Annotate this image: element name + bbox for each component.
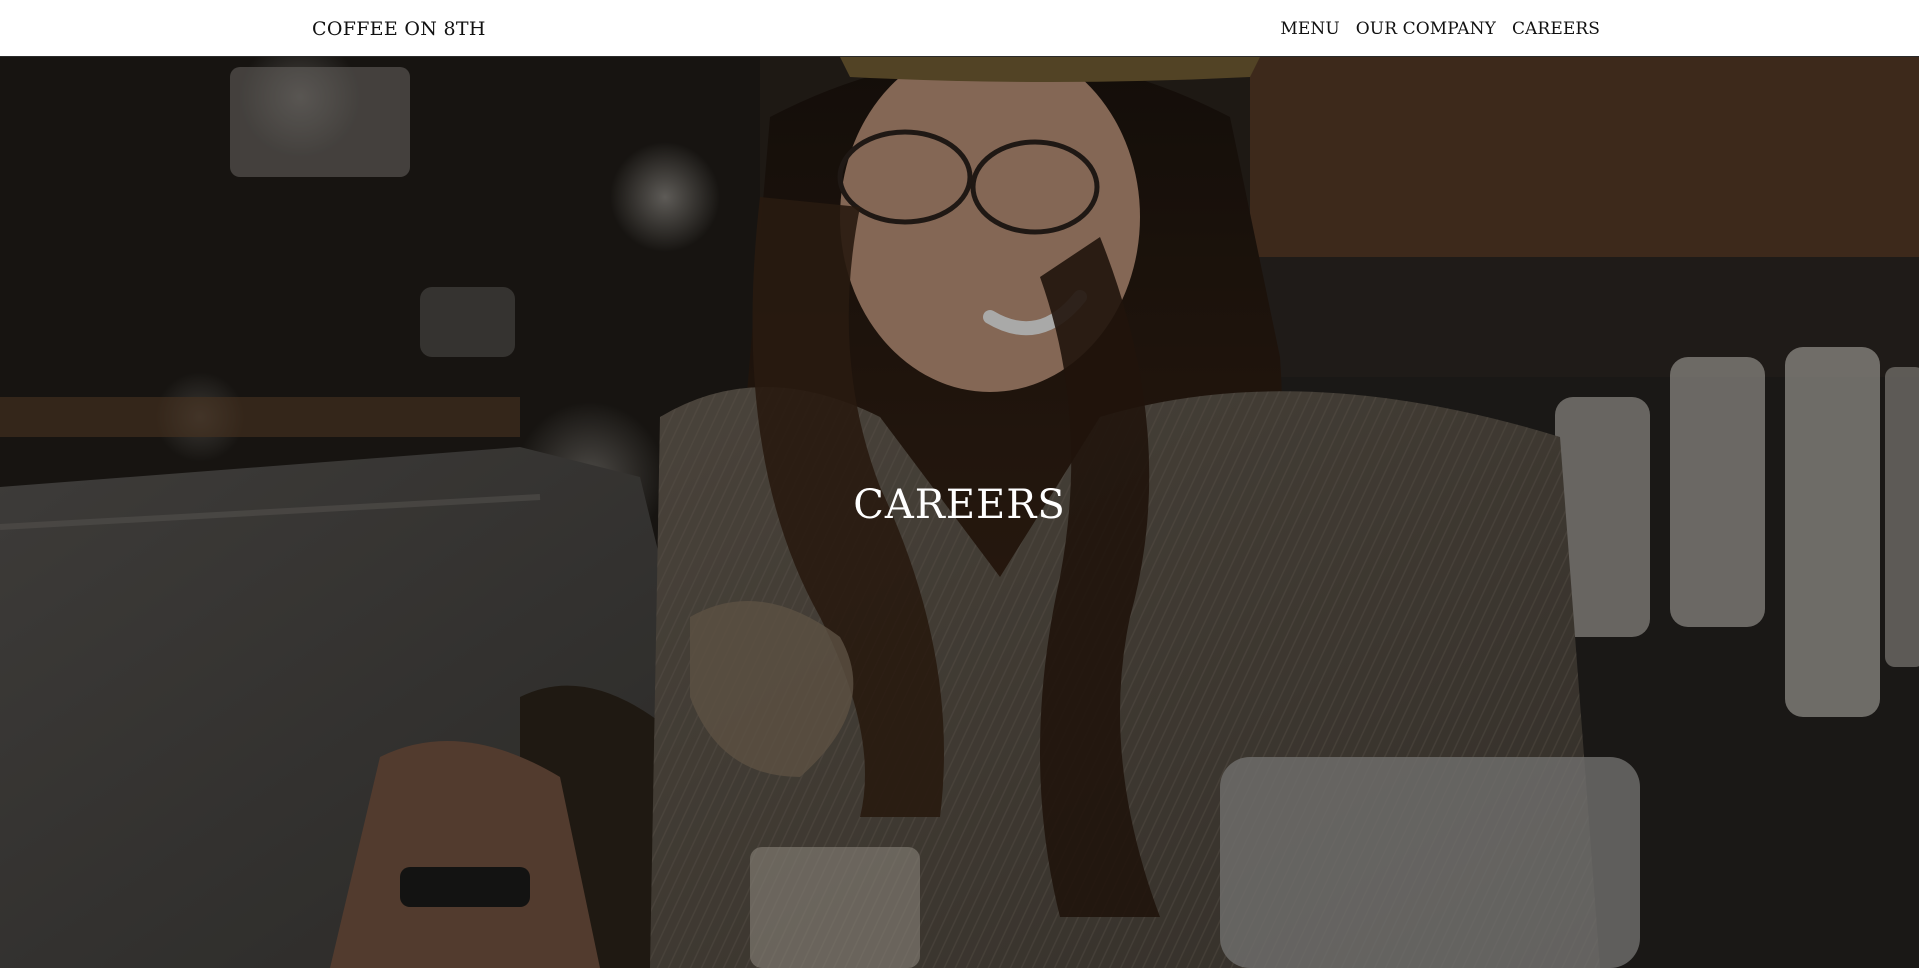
nav-link-our-company[interactable]: OUR COMPANY [1356,17,1496,41]
main-nav: MENU OUR COMPANY CAREERS [1280,17,1600,41]
page: COFFEE ON 8TH MENU OUR COMPANY CAREERS C… [0,0,1919,968]
hero-title: CAREERS [853,482,1066,528]
nav-link-menu[interactable]: MENU [1280,17,1339,41]
top-navbar: COFFEE ON 8TH MENU OUR COMPANY CAREERS [0,0,1919,57]
hero-banner: CAREERS [0,57,1919,968]
nav-link-careers[interactable]: CAREERS [1512,17,1600,41]
brand-logo-link[interactable]: COFFEE ON 8TH [312,17,486,41]
